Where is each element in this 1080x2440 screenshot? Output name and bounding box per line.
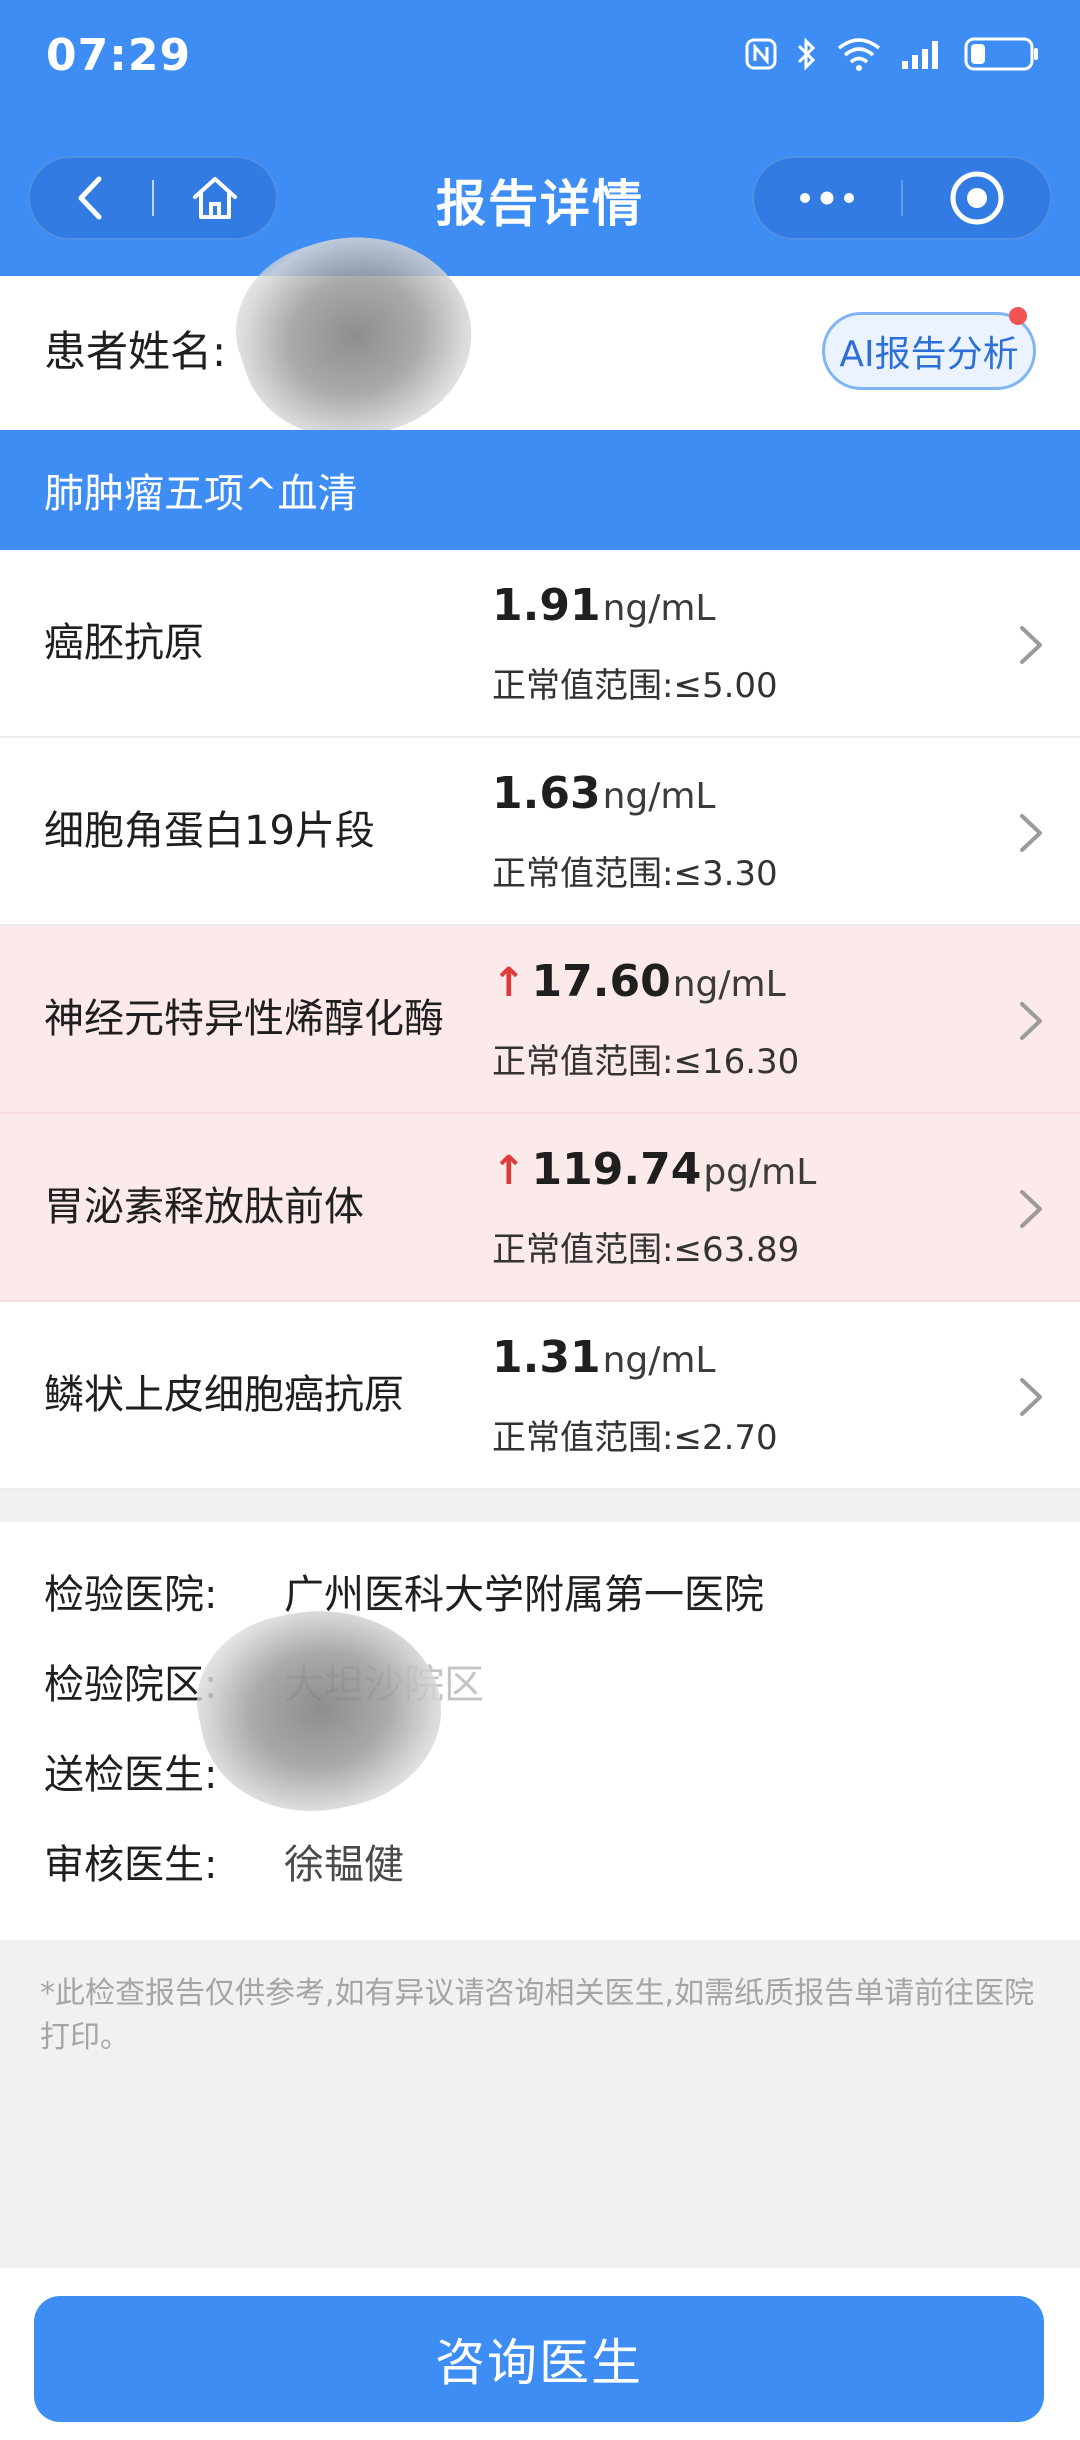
status-icons: [744, 36, 1040, 72]
result-name: 癌胚抗原: [44, 620, 204, 666]
result-range: 正常值范围:≤3.30: [492, 854, 778, 894]
chevron-right-icon: [1020, 1002, 1042, 1040]
report-detail-page: 07:29 报告详情 患者姓名: AI报告分析 肺肿瘤五项^血清 癌胚抗原 1.…: [0, 0, 1080, 2440]
result-number: 1.63: [492, 768, 601, 819]
result-range: 正常值范围:≤5.00: [492, 666, 778, 706]
disclaimer-text: *此检查报告仅供参考,如有异议请咨询相关医生,如需纸质报告单请前往医院打印。: [40, 1976, 1035, 2055]
result-row-scc[interactable]: 鳞状上皮细胞癌抗原 1.31 ng/mL 正常值范围:≤2.70: [0, 1302, 1080, 1490]
result-value: ↑ 119.74 pg/mL: [492, 1144, 816, 1195]
result-unit: pg/mL: [703, 1152, 817, 1193]
result-value: 1.91 ng/mL: [492, 580, 715, 631]
nfc-icon: [745, 38, 777, 70]
hospital-value: 广州医科大学附属第一医院: [284, 1572, 764, 1618]
consult-doctor-label: 咨询医生: [435, 2334, 643, 2392]
top-header: 07:29 报告详情: [0, 0, 1080, 276]
result-range: 正常值范围:≤63.89: [492, 1230, 800, 1270]
up-arrow-icon: ↑: [492, 1148, 526, 1194]
result-value: 1.31 ng/mL: [492, 1332, 715, 1383]
chevron-right-icon: [1020, 1190, 1042, 1228]
result-unit: ng/mL: [602, 776, 716, 817]
reviewer-doctor-value: 徐韫健: [284, 1842, 404, 1888]
result-unit: ng/mL: [602, 588, 716, 629]
bottom-bar: 咨询医生: [0, 2268, 1080, 2440]
result-name: 神经元特异性烯醇化酶: [44, 996, 444, 1042]
result-row-progrp[interactable]: 胃泌素释放肽前体 ↑ 119.74 pg/mL 正常值范围:≤63.89: [0, 1114, 1080, 1302]
notification-dot: [1009, 307, 1027, 325]
record-target-icon: [950, 171, 1004, 225]
report-info: 检验医院: 广州医科大学附属第一医院 检验院区: 大坦沙院区 送检医生: 审核医…: [0, 1522, 1080, 1940]
result-number: 17.60: [531, 956, 671, 1007]
result-name: 鳞状上皮细胞癌抗原: [44, 1372, 404, 1418]
battery-icon: [964, 37, 1038, 71]
capsule-divider: [900, 180, 904, 216]
result-name: 胃泌素释放肽前体: [44, 1184, 364, 1230]
chevron-right-icon: [1020, 814, 1042, 852]
status-bar: 07:29: [0, 0, 1080, 120]
nav-capsule-right: [752, 156, 1052, 240]
patient-row: 患者姓名: AI报告分析: [0, 205, 1080, 467]
more-button[interactable]: [754, 158, 901, 238]
bluetooth-icon: [797, 37, 816, 71]
reviewer-doctor-row: 审核医生: 徐韫健: [44, 1832, 404, 1890]
result-number: 1.91: [492, 580, 601, 631]
close-miniprogram-button[interactable]: [903, 158, 1050, 238]
ai-report-analysis-label: AI报告分析: [839, 334, 1019, 375]
result-row-cea[interactable]: 癌胚抗原 1.91 ng/mL 正常值范围:≤5.00: [0, 550, 1080, 738]
patient-name-label: 患者姓名:: [44, 327, 227, 376]
result-value: ↑ 17.60 ng/mL: [492, 956, 786, 1007]
up-arrow-icon: ↑: [492, 960, 526, 1006]
reviewer-doctor-label: 审核医生:: [44, 1842, 218, 1888]
section-title: 肺肿瘤五项^血清: [44, 471, 358, 517]
hospital-label: 检验医院:: [44, 1572, 218, 1618]
chevron-right-icon: [1020, 626, 1042, 664]
result-name: 细胞角蛋白19片段: [44, 808, 375, 854]
result-number: 119.74: [531, 1144, 702, 1195]
result-range: 正常值范围:≤2.70: [492, 1418, 778, 1458]
result-unit: ng/mL: [602, 1340, 716, 1381]
more-dots-icon: [800, 191, 855, 205]
chevron-right-icon: [1020, 1378, 1042, 1416]
hospital-row: 检验医院: 广州医科大学附属第一医院: [44, 1562, 764, 1620]
result-row-cyfra21-1[interactable]: 细胞角蛋白19片段 1.63 ng/mL 正常值范围:≤3.30: [0, 738, 1080, 926]
status-time: 07:29: [46, 30, 192, 81]
result-row-nse[interactable]: 神经元特异性烯醇化酶 ↑ 17.60 ng/mL 正常值范围:≤16.30: [0, 926, 1080, 1114]
section-header: 肺肿瘤五项^血清: [0, 430, 1080, 550]
result-range: 正常值范围:≤16.30: [492, 1042, 800, 1082]
wifi-icon: [837, 38, 881, 71]
ai-report-analysis-button[interactable]: AI报告分析: [822, 307, 1036, 390]
result-unit: ng/mL: [672, 964, 786, 1005]
nav-bar: 报告详情: [0, 130, 1080, 250]
result-value: 1.63 ng/mL: [492, 768, 715, 819]
signal-icon: [902, 41, 938, 69]
result-number: 1.31: [492, 1332, 601, 1383]
result-list: 癌胚抗原 1.91 ng/mL 正常值范围:≤5.00 细胞角蛋白19片段 1.…: [0, 550, 1080, 1490]
consult-doctor-button[interactable]: 咨询医生: [34, 2296, 1044, 2422]
